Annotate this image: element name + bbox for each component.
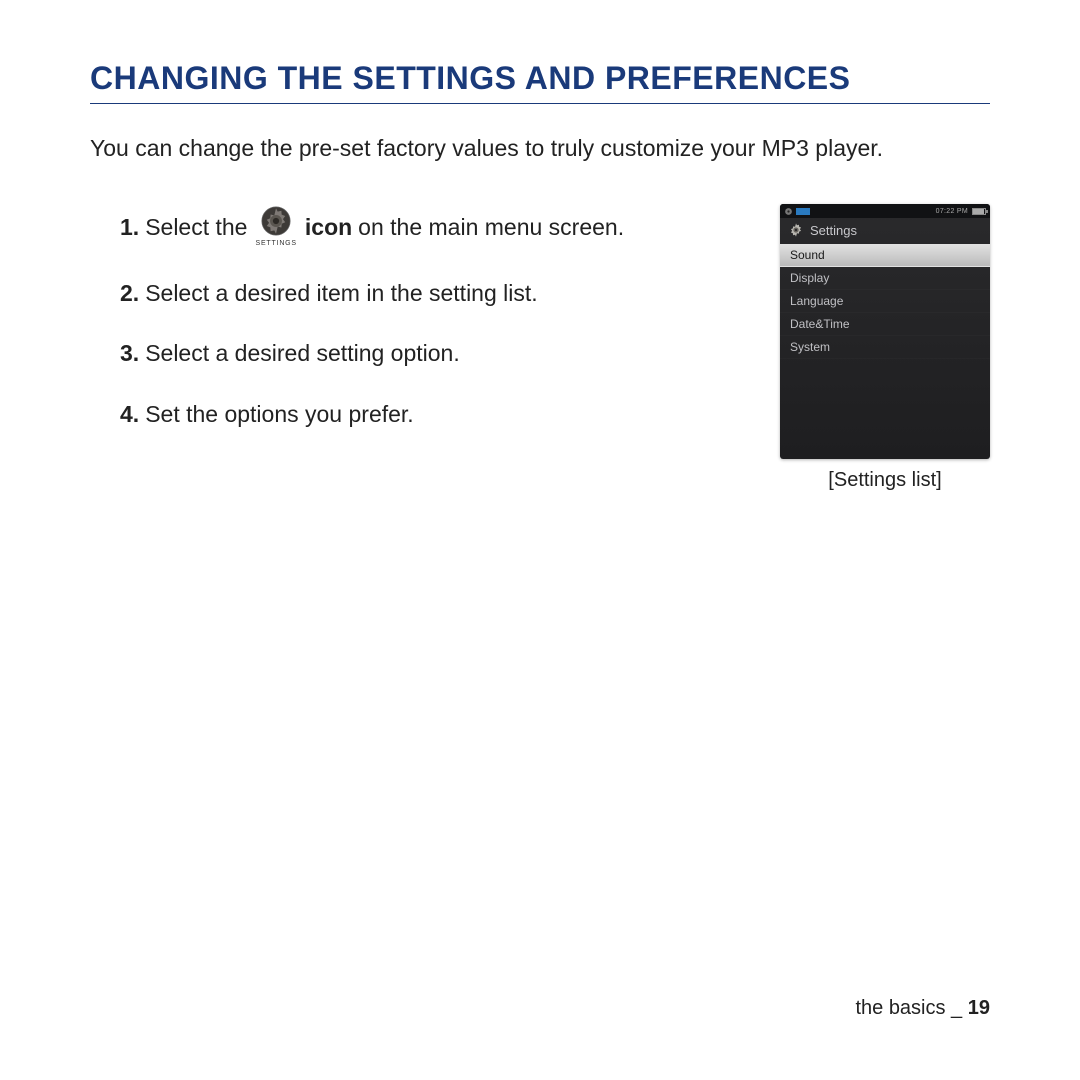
footer-page-number: 19	[968, 997, 990, 1019]
device-header: Settings	[780, 218, 990, 244]
list-item: Date&Time	[780, 313, 990, 336]
gear-icon	[784, 207, 793, 216]
device-screenshot: 07:22 PM Settings Sound Display Language	[780, 204, 990, 459]
step-number: 4.	[120, 397, 139, 432]
step-1: 1. Select the SETTINGS icon on the main …	[120, 204, 760, 250]
step-2: 2. Select a desired item in the setting …	[120, 276, 760, 311]
list-item: System	[780, 336, 990, 359]
gear-icon	[259, 204, 293, 238]
status-indicator	[796, 208, 810, 215]
status-time: 07:22 PM	[936, 208, 968, 215]
settings-icon-inline: SETTINGS	[255, 204, 296, 250]
steps-list: 1. Select the SETTINGS icon on the main …	[90, 204, 760, 492]
list-item: Sound	[780, 244, 990, 267]
device-statusbar: 07:22 PM	[780, 204, 990, 218]
list-item: Display	[780, 267, 990, 290]
page-footer: the basics _ 19	[855, 997, 990, 1020]
device-settings-list: Sound Display Language Date&Time System	[780, 244, 990, 359]
device-caption: [Settings list]	[828, 469, 941, 492]
device-header-title: Settings	[810, 223, 857, 238]
step-number: 1.	[120, 210, 139, 245]
list-item: Language	[780, 290, 990, 313]
content-row: 1. Select the SETTINGS icon on the main …	[90, 204, 990, 492]
settings-icon-label: SETTINGS	[255, 239, 296, 250]
step-3: 3. Select a desired setting option.	[120, 336, 760, 371]
device-column: 07:22 PM Settings Sound Display Language	[780, 204, 990, 492]
step-text: Set the options you prefer.	[145, 397, 414, 432]
step-text: Select a desired setting option.	[145, 336, 460, 371]
step-4: 4. Set the options you prefer.	[120, 397, 760, 432]
step-text-pre: Select the	[145, 210, 247, 245]
step-text-bold: icon	[305, 210, 352, 245]
step-text: Select a desired item in the setting lis…	[145, 276, 537, 311]
step-number: 2.	[120, 276, 139, 311]
intro-text: You can change the pre-set factory value…	[90, 132, 990, 164]
page-title: CHANGING THE SETTINGS AND PREFERENCES	[90, 60, 990, 104]
gear-icon	[788, 222, 804, 238]
step-text-post: on the main menu screen.	[358, 210, 624, 245]
battery-icon	[972, 208, 986, 215]
step-number: 3.	[120, 336, 139, 371]
status-left	[784, 207, 810, 216]
status-right: 07:22 PM	[936, 208, 986, 215]
footer-section: the basics _	[855, 997, 967, 1019]
